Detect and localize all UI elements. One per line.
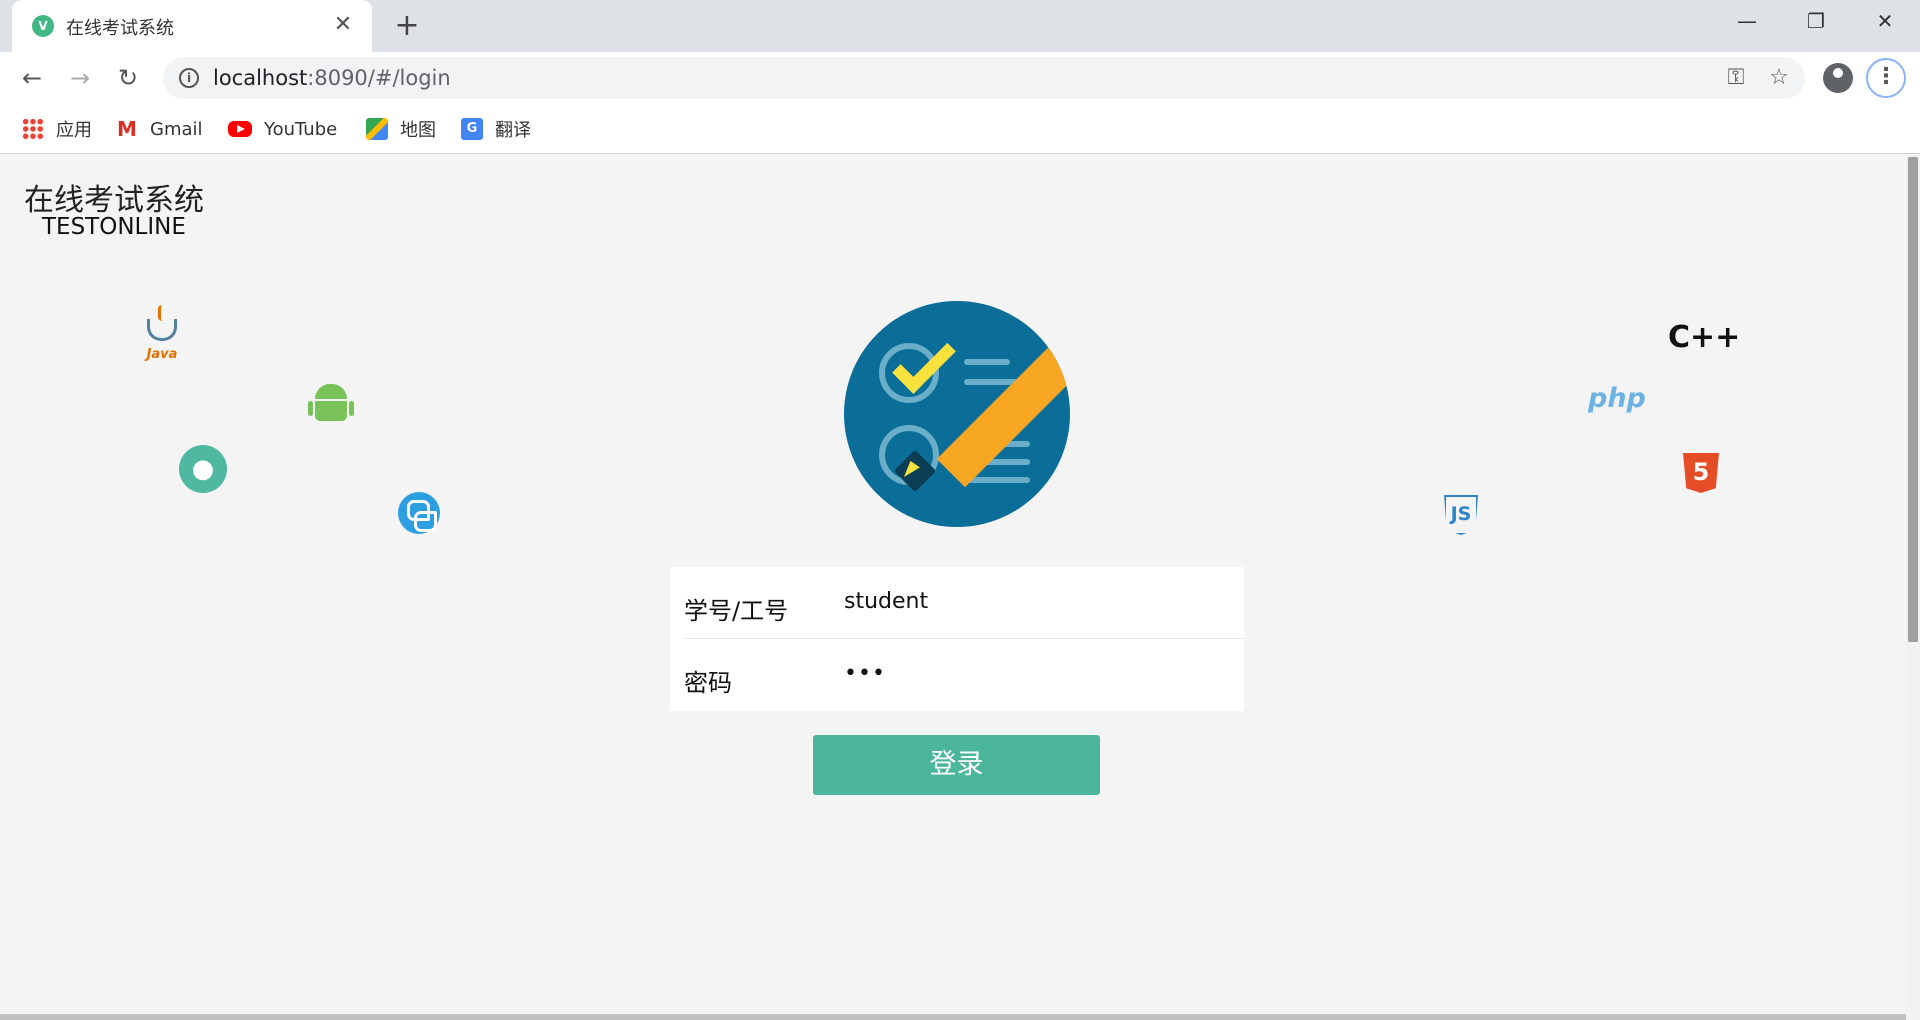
exam-checklist-logo-icon bbox=[844, 301, 1070, 527]
brand-subtitle: TESTONLINE bbox=[42, 214, 186, 240]
restore-button[interactable]: ❐ bbox=[1791, 6, 1841, 36]
bookmark-label: 地图 bbox=[400, 120, 436, 141]
html5-icon: 5 bbox=[1683, 453, 1719, 493]
login-form: 学号/工号 密码 ••• bbox=[670, 567, 1244, 711]
bookmark-label: 应用 bbox=[56, 120, 92, 141]
browser-menu-button[interactable]: ⋮ bbox=[1866, 58, 1906, 98]
bookmark-label: YouTube bbox=[264, 118, 338, 140]
username-row: 学号/工号 bbox=[684, 567, 1244, 639]
youtube-icon bbox=[228, 121, 252, 137]
site-info-icon[interactable]: i bbox=[179, 68, 199, 88]
vue-favicon-icon: V bbox=[32, 15, 54, 37]
key-icon[interactable]: ⚿ bbox=[1723, 65, 1749, 91]
cpp-icon: C++ bbox=[1668, 320, 1741, 355]
browser-tab[interactable]: V 在线考试系统 ✕ bbox=[12, 0, 372, 52]
javascript-icon: JS bbox=[1444, 495, 1478, 535]
bookmark-translate[interactable]: G 翻译 bbox=[461, 116, 531, 142]
window-close-button[interactable]: ✕ bbox=[1860, 6, 1910, 36]
login-page: 在线考试系统 TESTONLINE Java ● C++ php 5 JS 学号… bbox=[0, 155, 1920, 1020]
bookmarks-bar: 应用 M Gmail YouTube 地图 G 翻译 bbox=[0, 104, 1920, 154]
forward-button[interactable]: → bbox=[64, 62, 96, 94]
bookmark-gmail[interactable]: M Gmail bbox=[116, 116, 203, 142]
username-label: 学号/工号 bbox=[684, 597, 789, 625]
reload-button[interactable]: ↻ bbox=[112, 62, 144, 94]
translate-icon: G bbox=[461, 118, 483, 140]
python-icon bbox=[398, 492, 440, 534]
scrollbar-thumb[interactable] bbox=[1908, 157, 1918, 642]
maps-icon bbox=[366, 118, 388, 140]
back-button[interactable]: ← bbox=[16, 62, 48, 94]
bookmark-label: Gmail bbox=[150, 118, 203, 140]
bookmark-label: 翻译 bbox=[495, 120, 531, 141]
password-label: 密码 bbox=[684, 669, 732, 697]
apple-icon: ● bbox=[179, 445, 227, 493]
gmail-icon: M bbox=[117, 117, 137, 141]
bookmark-maps[interactable]: 地图 bbox=[366, 116, 436, 142]
login-button[interactable]: 登录 bbox=[813, 735, 1100, 795]
username-input[interactable] bbox=[844, 581, 1234, 621]
browser-toolbar: ← → ↻ i localhost:8090/#/login ⚿ ☆ ⋮ bbox=[0, 52, 1920, 104]
php-icon: php bbox=[1588, 383, 1646, 414]
horizontal-scrollbar[interactable] bbox=[0, 1014, 1906, 1020]
address-bar[interactable]: i localhost:8090/#/login ⚿ ☆ bbox=[163, 57, 1805, 99]
brand-title: 在线考试系统 bbox=[24, 183, 204, 218]
tab-strip: V 在线考试系统 ✕ + — ❐ ✕ bbox=[0, 0, 1920, 52]
vertical-scrollbar[interactable] bbox=[1906, 155, 1920, 1020]
url-text[interactable]: localhost:8090/#/login bbox=[213, 66, 451, 90]
bookmark-youtube[interactable]: YouTube bbox=[228, 116, 337, 142]
java-icon: Java bbox=[140, 305, 184, 371]
bookmark-apps[interactable]: 应用 bbox=[22, 116, 92, 142]
password-input[interactable]: ••• bbox=[844, 661, 886, 686]
password-row: 密码 ••• bbox=[684, 639, 1244, 711]
tab-title: 在线考试系统 bbox=[66, 18, 174, 39]
star-icon[interactable]: ☆ bbox=[1766, 65, 1792, 91]
tab-close-icon[interactable]: ✕ bbox=[330, 12, 356, 38]
new-tab-button[interactable]: + bbox=[390, 9, 424, 43]
minimize-button[interactable]: — bbox=[1722, 6, 1772, 36]
apps-icon bbox=[22, 118, 44, 140]
android-icon bbox=[308, 381, 354, 425]
profile-avatar-icon[interactable] bbox=[1823, 63, 1853, 93]
